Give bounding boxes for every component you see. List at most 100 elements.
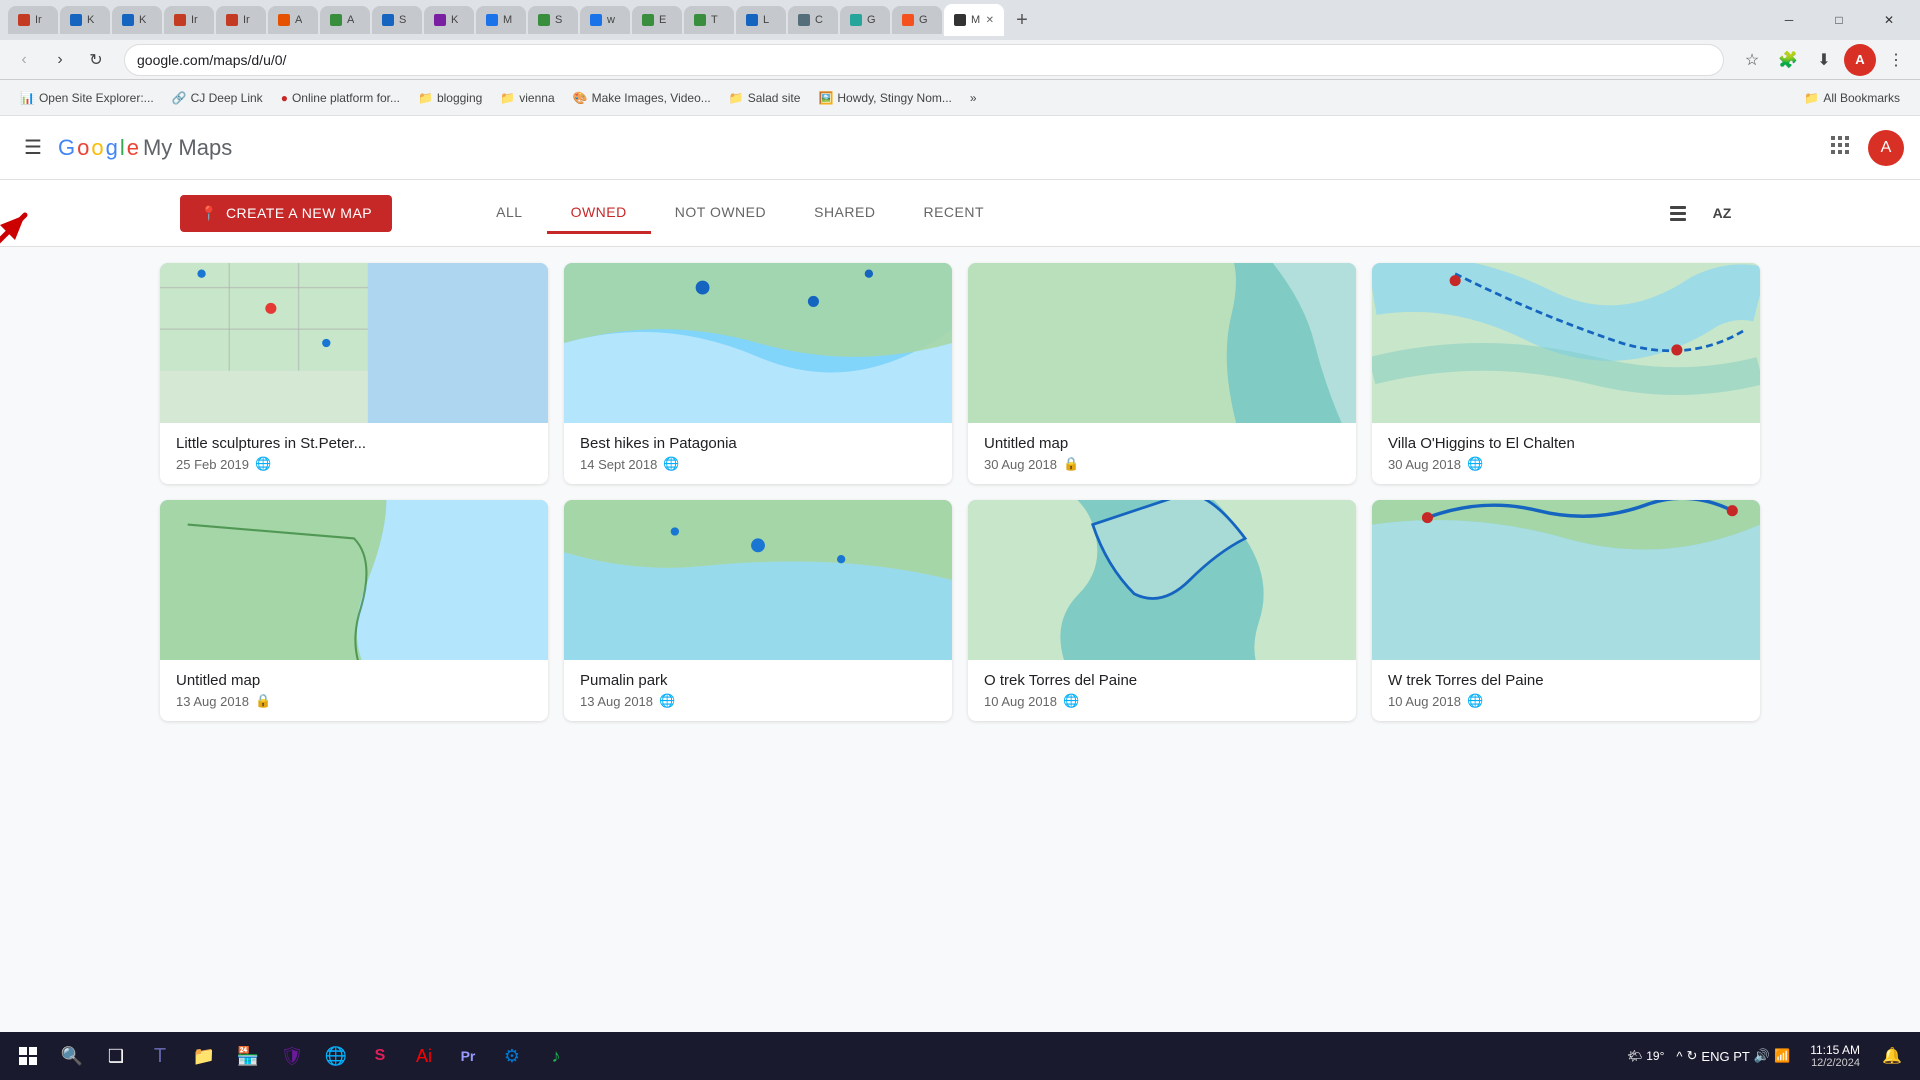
share-map-button[interactable]: ↗ bbox=[1680, 271, 1712, 303]
lang-indicator[interactable]: ENG PT bbox=[1701, 1049, 1749, 1064]
address-bar[interactable]: google.com/maps/d/u/0/ bbox=[124, 44, 1724, 76]
share-map-button[interactable]: ↗ bbox=[872, 508, 904, 540]
map-card-map3[interactable]: ↗ ⋮ Untitled map 30 Aug 2018 🔒 bbox=[968, 263, 1356, 484]
share-map-button[interactable]: ↗ bbox=[872, 271, 904, 303]
more-options-button[interactable]: ⋮ bbox=[1316, 508, 1348, 540]
browser-tab-gmail1[interactable]: Ir bbox=[8, 6, 58, 34]
map-card-map7[interactable]: ↗ ⋮ O trek Torres del Paine 10 Aug 2018 … bbox=[968, 500, 1356, 721]
adobe-taskbar-button[interactable]: Ai bbox=[404, 1036, 444, 1076]
extension-button[interactable]: 🧩 bbox=[1772, 44, 1804, 76]
browser-tab-gmail3[interactable]: Ir bbox=[216, 6, 266, 34]
minimize-button[interactable]: ─ bbox=[1766, 4, 1812, 36]
bookmark-more[interactable]: » bbox=[962, 87, 985, 109]
browser-tab-k2[interactable]: K bbox=[112, 6, 162, 34]
back-button[interactable]: ‹ bbox=[8, 44, 40, 76]
share-map-button[interactable]: ↗ bbox=[1276, 271, 1308, 303]
tab-shared[interactable]: SHARED bbox=[790, 192, 899, 234]
expand-tray-icon[interactable]: ^ bbox=[1676, 1049, 1682, 1064]
premiere-taskbar-button[interactable]: Pr bbox=[448, 1036, 488, 1076]
browser-tab-gmail2[interactable]: Ir bbox=[164, 6, 214, 34]
map-card-map1[interactable]: ↗ ⋮ Little sculptures in St.Peter... 25 … bbox=[160, 263, 548, 484]
tab-all[interactable]: ALL bbox=[472, 192, 546, 234]
start-button[interactable] bbox=[8, 1036, 48, 1076]
more-options-button[interactable]: ⋮ bbox=[1720, 508, 1752, 540]
apps-grid-button[interactable] bbox=[1820, 125, 1860, 171]
more-options-button[interactable]: ⋮ bbox=[508, 508, 540, 540]
user-avatar[interactable]: A bbox=[1868, 130, 1904, 166]
map-card-map8[interactable]: ↗ ⋮ W trek Torres del Paine 10 Aug 2018 … bbox=[1372, 500, 1760, 721]
bookmark-make-images[interactable]: 🎨 Make Images, Video... bbox=[565, 87, 719, 109]
slack-taskbar-button[interactable]: S bbox=[360, 1036, 400, 1076]
profile-button[interactable]: A bbox=[1844, 44, 1876, 76]
bookmark-howdy[interactable]: 🖼️ Howdy, Stingy Nom... bbox=[810, 87, 959, 109]
close-button[interactable]: ✕ bbox=[1866, 4, 1912, 36]
download-button[interactable]: ⬇ bbox=[1808, 44, 1840, 76]
spotify-taskbar-button[interactable]: ♪ bbox=[536, 1036, 576, 1076]
more-options-button[interactable]: ⋮ bbox=[1720, 271, 1752, 303]
menu-button[interactable]: ⋮ bbox=[1880, 44, 1912, 76]
tab-not-owned[interactable]: NOT OWNED bbox=[651, 192, 790, 234]
browser-tab-yt[interactable]: G bbox=[892, 6, 942, 34]
map-card-map4[interactable]: ↗ ⋮ Villa O'Higgins to El Chalten 30 Aug… bbox=[1372, 263, 1760, 484]
browser-tab-a2[interactable]: A bbox=[320, 6, 370, 34]
browser-tab-c1[interactable]: C bbox=[788, 6, 838, 34]
browser-tab-s2[interactable]: S bbox=[528, 6, 578, 34]
browser-tab-m1[interactable]: M bbox=[476, 6, 526, 34]
more-options-button[interactable]: ⋮ bbox=[1316, 271, 1348, 303]
new-tab-button[interactable]: + bbox=[1006, 4, 1038, 36]
az-sort-button[interactable]: AZ bbox=[1704, 195, 1740, 231]
share-map-button[interactable]: ↗ bbox=[1680, 508, 1712, 540]
wifi-icon[interactable]: 📶 bbox=[1774, 1048, 1790, 1064]
task-view-button[interactable]: ❑ bbox=[96, 1036, 136, 1076]
search-taskbar-button[interactable]: 🔍 bbox=[52, 1036, 92, 1076]
browser-tab-t1[interactable]: T bbox=[684, 6, 734, 34]
share-map-button[interactable]: ↗ bbox=[468, 271, 500, 303]
logo-l: l bbox=[120, 135, 125, 161]
volume-icon[interactable]: 🔊 bbox=[1754, 1048, 1770, 1064]
share-map-button[interactable]: ↗ bbox=[1276, 508, 1308, 540]
tab-recent[interactable]: RECENT bbox=[899, 192, 1008, 234]
maximize-button[interactable]: □ bbox=[1816, 4, 1862, 36]
browser-tab-e1[interactable]: E bbox=[632, 6, 682, 34]
bookmark-vienna[interactable]: 📁 vienna bbox=[492, 87, 562, 109]
clock[interactable]: 11:15 AM 12/2/2024 bbox=[1802, 1043, 1868, 1069]
map-card-map2[interactable]: ↗ ⋮ Best hikes in Patagonia 14 Sept 2018… bbox=[564, 263, 952, 484]
map-card-map5[interactable]: ↗ ⋮ Untitled map 13 Aug 2018 🔒 bbox=[160, 500, 548, 721]
map-visibility-icon: 🔒 bbox=[1063, 456, 1079, 472]
browser-tab-s1[interactable]: S bbox=[372, 6, 422, 34]
more-options-button[interactable]: ⋮ bbox=[912, 271, 944, 303]
browser-tab-k1[interactable]: K bbox=[60, 6, 110, 34]
settings-taskbar-button[interactable]: ⚙ bbox=[492, 1036, 532, 1076]
more-options-button[interactable]: ⋮ bbox=[912, 508, 944, 540]
bookmark-all-bookmarks[interactable]: 📁 All Bookmarks bbox=[1796, 87, 1908, 109]
tab-owned[interactable]: OWNED bbox=[547, 192, 651, 234]
hamburger-menu[interactable]: ☰ bbox=[16, 127, 50, 168]
browser-tab-g1[interactable]: G bbox=[840, 6, 890, 34]
browser-tab-l1[interactable]: L bbox=[736, 6, 786, 34]
teams-taskbar-button[interactable]: T bbox=[140, 1036, 180, 1076]
browser-tab-analytics[interactable]: A bbox=[268, 6, 318, 34]
chrome-taskbar-button[interactable]: 🌐 bbox=[316, 1036, 356, 1076]
bookmark-open-site-explorer[interactable]: 📊 Open Site Explorer:... bbox=[12, 87, 162, 109]
bookmark-blogging[interactable]: 📁 blogging bbox=[410, 87, 490, 109]
vpn-taskbar-button[interactable]: 🛡 bbox=[272, 1036, 312, 1076]
google-logo: G o o g l e bbox=[58, 135, 139, 161]
list-view-button[interactable] bbox=[1660, 195, 1696, 231]
share-map-button[interactable]: ↗ bbox=[468, 508, 500, 540]
forward-button[interactable]: › bbox=[44, 44, 76, 76]
browser-tab-gw[interactable]: w bbox=[580, 6, 630, 34]
more-options-button[interactable]: ⋮ bbox=[508, 271, 540, 303]
create-new-map-button[interactable]: 📍 CREATE A NEW MAP bbox=[180, 195, 392, 232]
bookmark-salad-site[interactable]: 📁 Salad site bbox=[721, 87, 809, 109]
browser-tab-k3[interactable]: K bbox=[424, 6, 474, 34]
explorer-taskbar-button[interactable]: 📁 bbox=[184, 1036, 224, 1076]
reload-button[interactable]: ↻ bbox=[80, 44, 112, 76]
bookmark-button[interactable]: ☆ bbox=[1736, 44, 1768, 76]
map-card-map6[interactable]: ↗ ⋮ Pumalin park 13 Aug 2018 🌐 bbox=[564, 500, 952, 721]
notification-button[interactable]: 🔔 bbox=[1872, 1036, 1912, 1076]
bookmark-cj-deep-link[interactable]: 🔗 CJ Deep Link bbox=[164, 87, 271, 109]
bookmark-online-platform[interactable]: ● Online platform for... bbox=[273, 87, 408, 109]
browser-tab-maps[interactable]: M✕ bbox=[944, 4, 1004, 36]
tab-close-button[interactable]: ✕ bbox=[986, 15, 994, 26]
store-taskbar-button[interactable]: 🏪 bbox=[228, 1036, 268, 1076]
